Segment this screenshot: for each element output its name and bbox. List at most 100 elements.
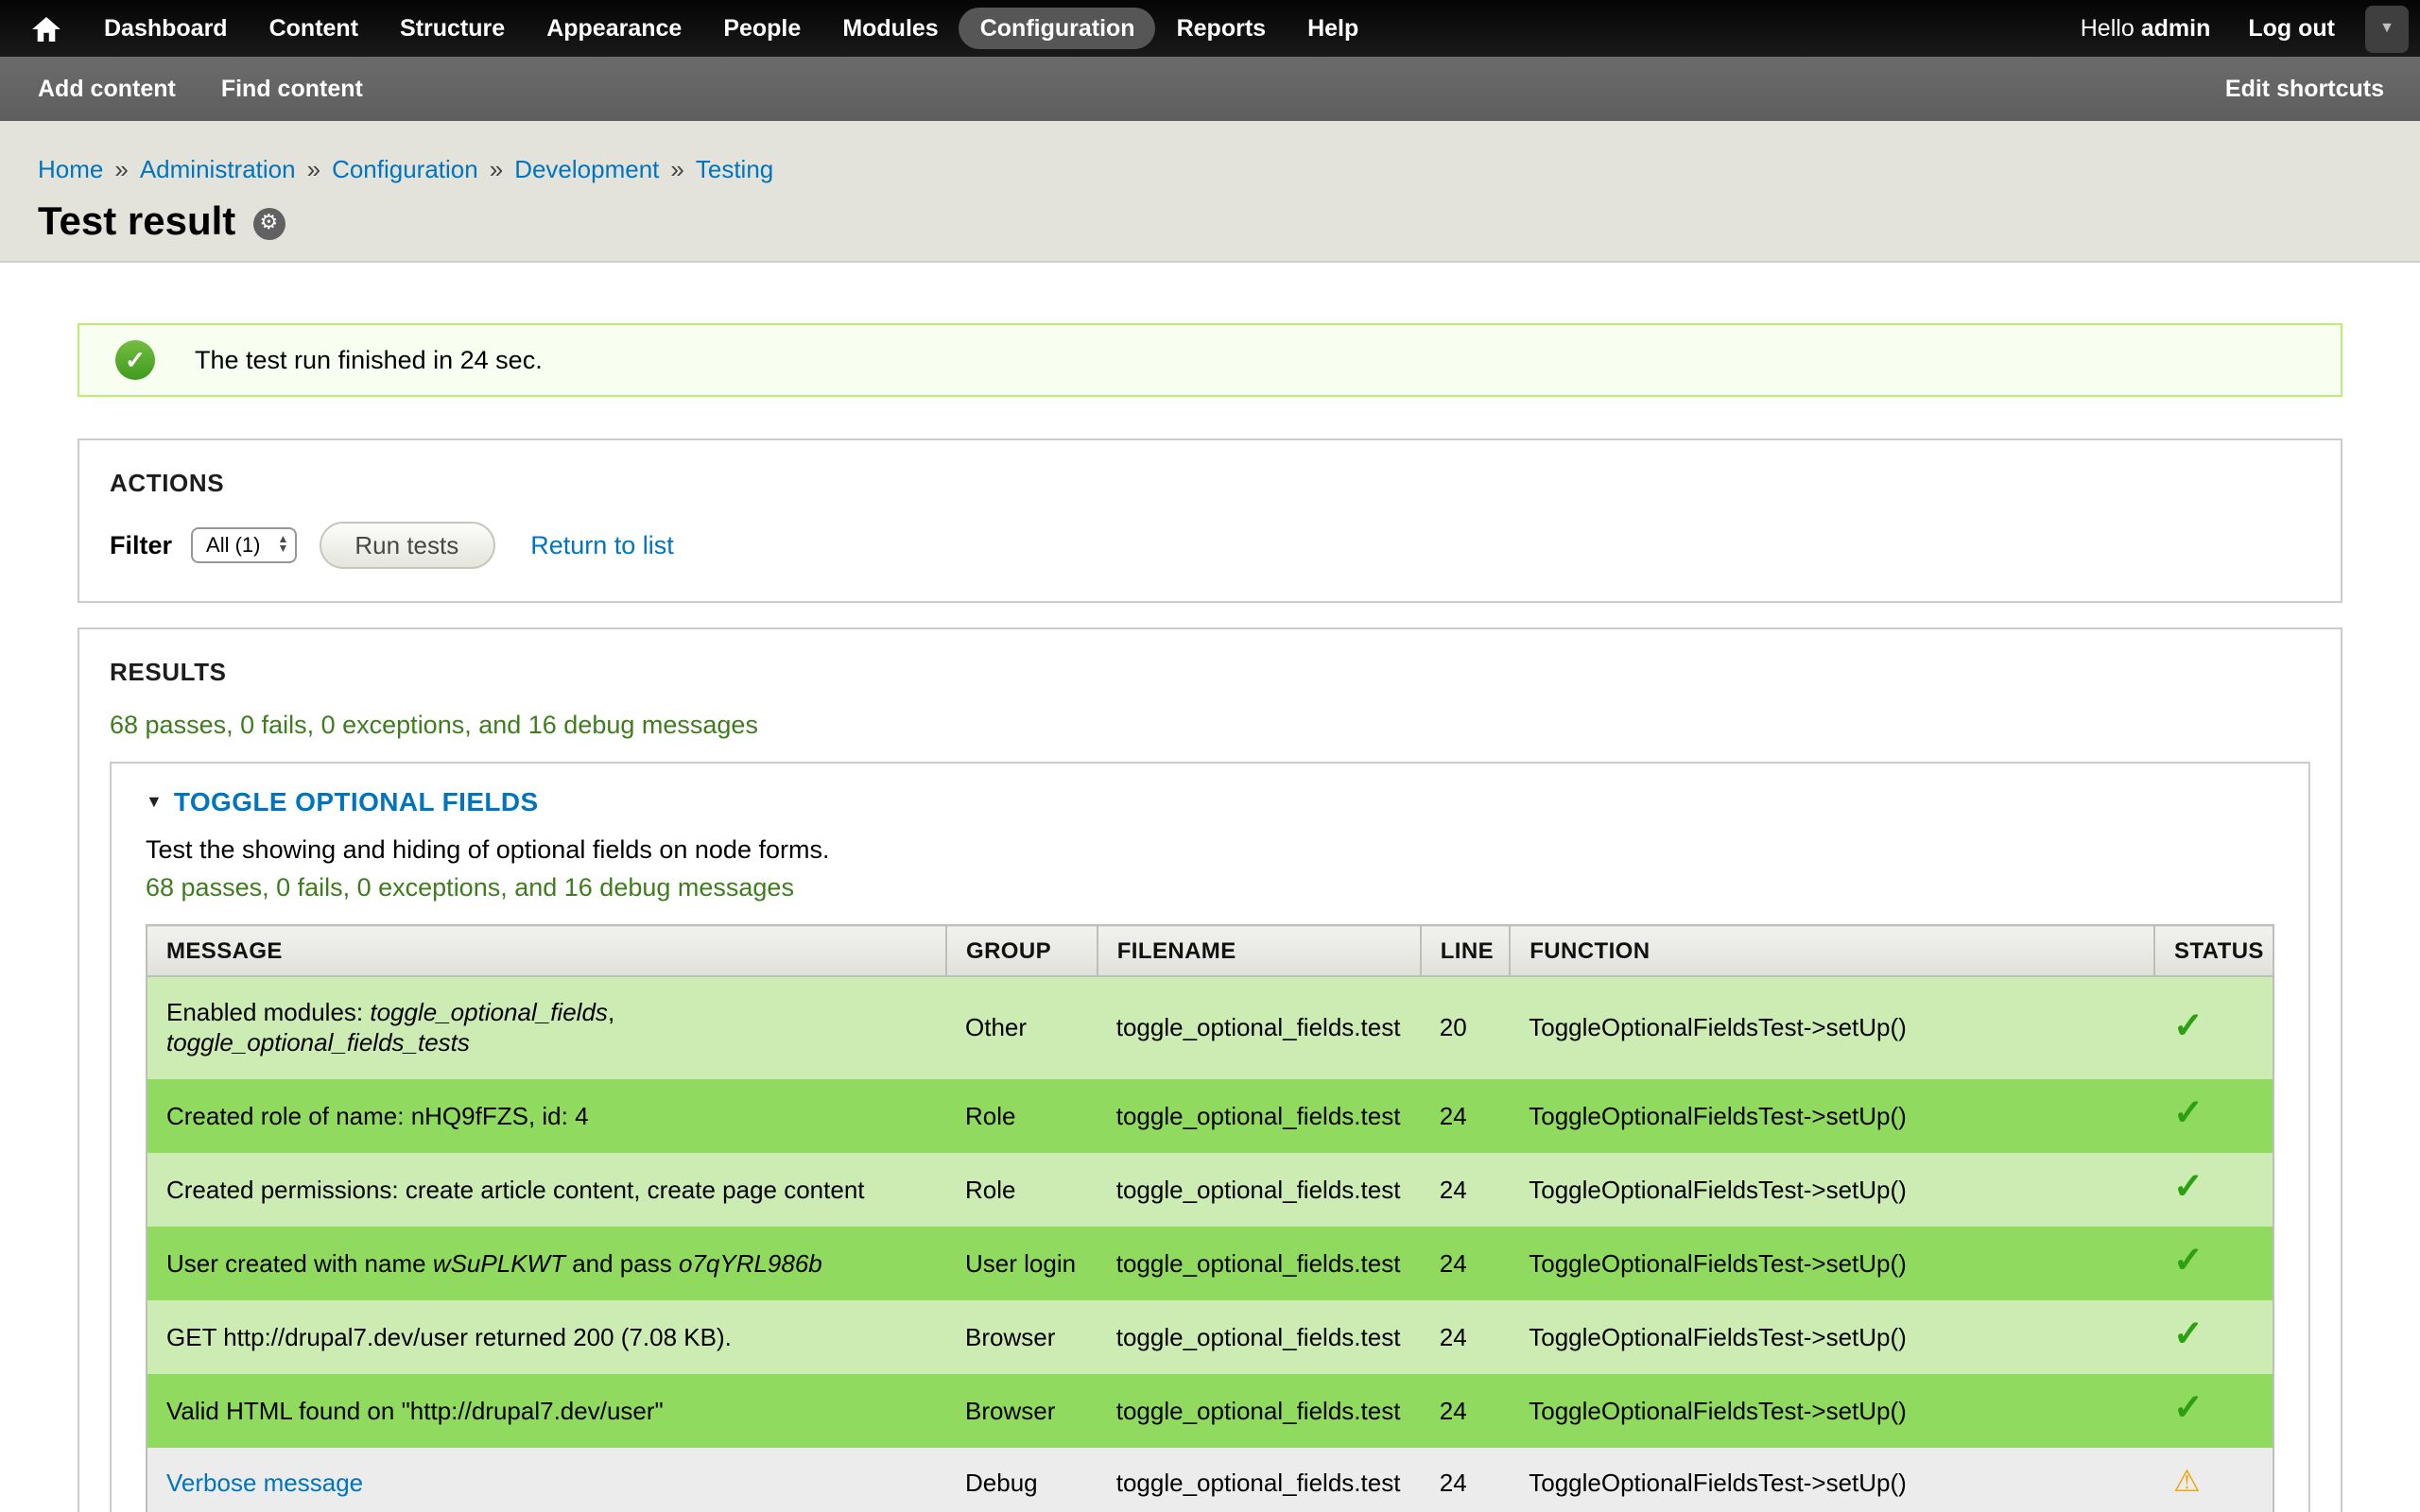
toolbar-item-reports[interactable]: Reports <box>1156 8 1287 49</box>
result-row: User created with name wSuPLKWT and pass… <box>147 1227 2273 1300</box>
line-cell: 24 <box>1421 1448 1511 1512</box>
pass-check-icon: ✓ <box>2173 1094 2204 1134</box>
message-cell: Created permissions: create article cont… <box>147 1153 946 1227</box>
function-cell: ToggleOptionalFieldsTest->setUp() <box>1510 1079 2154 1153</box>
user-greeting: Hello admin <box>2081 15 2211 42</box>
results-heading: RESULTS <box>110 658 2310 686</box>
run-tests-button[interactable]: Run tests <box>319 522 494 569</box>
function-cell: ToggleOptionalFieldsTest->setUp() <box>1510 1153 2154 1227</box>
toolbar-item-dashboard[interactable]: Dashboard <box>83 8 249 49</box>
message-cell: Valid HTML found on "http://drupal7.dev/… <box>147 1374 946 1448</box>
breadcrumb-separator: » <box>670 155 683 183</box>
gear-glyph: ⚙ <box>259 213 278 233</box>
column-header-message: MESSAGE <box>147 925 946 976</box>
result-row: GET http://drupal7.dev/user returned 200… <box>147 1300 2273 1374</box>
group-cell: Browser <box>946 1374 1098 1448</box>
filename-cell: toggle_optional_fields.test <box>1098 1448 1421 1512</box>
filename-cell: toggle_optional_fields.test <box>1098 1153 1421 1227</box>
group-cell: Role <box>946 1079 1098 1153</box>
collapse-arrow-icon: ▼ <box>146 792 163 811</box>
filter-label: Filter <box>110 531 172 559</box>
breadcrumb-separator: » <box>307 155 320 183</box>
edit-shortcuts-link[interactable]: Edit shortcuts <box>2225 76 2384 102</box>
filename-cell: toggle_optional_fields.test <box>1098 1300 1421 1374</box>
breadcrumb-link-home[interactable]: Home <box>38 155 103 183</box>
test-group-title[interactable]: TOGGLE OPTIONAL FIELDS <box>174 786 539 816</box>
test-group-fieldset: ▼ TOGGLE OPTIONAL FIELDS Test the showin… <box>110 762 2310 1512</box>
status-cell: ⚠ <box>2154 1448 2273 1512</box>
home-icon-glyph <box>31 16 60 41</box>
logout-link[interactable]: Log out <box>2248 15 2335 42</box>
pass-check-icon: ✓ <box>2173 1315 2204 1355</box>
page: DashboardContentStructureAppearancePeopl… <box>0 0 2420 1512</box>
filename-cell: toggle_optional_fields.test <box>1098 1079 1421 1153</box>
shortcut-link-find-content[interactable]: Find content <box>221 76 363 102</box>
gear-icon[interactable]: ⚙ <box>252 207 285 239</box>
message-cell: Verbose message <box>147 1448 946 1512</box>
group-cell: Other <box>946 976 1098 1079</box>
results-summary: 68 passes, 0 fails, 0 exceptions, and 16… <box>110 711 2310 739</box>
message-cell: User created with name wSuPLKWT and pass… <box>147 1227 946 1300</box>
column-header-function: FUNCTION <box>1510 925 2154 976</box>
results-table: MESSAGEGROUPFILENAMELINEFUNCTIONSTATUS E… <box>146 924 2274 1512</box>
return-to-list-link[interactable]: Return to list <box>530 531 674 559</box>
line-cell: 24 <box>1421 1079 1511 1153</box>
select-arrows-icon: ▲ ▼ <box>272 536 295 555</box>
status-check-icon: ✓ <box>115 340 155 380</box>
toolbar-item-structure[interactable]: Structure <box>379 8 526 49</box>
breadcrumb-link-development[interactable]: Development <box>514 155 659 183</box>
toolbar-item-modules[interactable]: Modules <box>821 8 959 49</box>
group-cell: Debug <box>946 1448 1098 1512</box>
status-cell: ✓ <box>2154 1153 2273 1227</box>
pass-check-icon: ✓ <box>2173 1168 2204 1208</box>
filename-cell: toggle_optional_fields.test <box>1098 1227 1421 1300</box>
status-cell: ✓ <box>2154 1300 2273 1374</box>
result-row: Created permissions: create article cont… <box>147 1153 2273 1227</box>
pass-check-icon: ✓ <box>2173 1242 2204 1281</box>
pass-check-icon: ✓ <box>2173 1006 2204 1046</box>
filter-select[interactable]: All (1) ▲ ▼ <box>191 527 296 563</box>
chevron-down-icon: ▼ <box>2379 21 2394 36</box>
toolbar-item-content[interactable]: Content <box>249 8 379 49</box>
breadcrumb: Home » Administration » Configuration » Develo… <box>38 155 2382 183</box>
verbose-message-link[interactable]: Verbose message <box>166 1469 363 1497</box>
column-header-group: GROUP <box>946 925 1098 976</box>
test-group-summary: 68 passes, 0 fails, 0 exceptions, and 16… <box>146 873 2274 902</box>
status-cell: ✓ <box>2154 1079 2273 1153</box>
pass-check-icon: ✓ <box>2173 1389 2204 1429</box>
page-header: Home » Administration » Configuration » Develo… <box>0 121 2420 263</box>
status-message: ✓ The test run finished in 24 sec. <box>78 323 2342 397</box>
admin-toolbar: DashboardContentStructureAppearancePeopl… <box>0 0 2420 57</box>
home-icon[interactable] <box>19 8 72 49</box>
shortcut-link-add-content[interactable]: Add content <box>38 76 176 102</box>
shortcut-bar: Add content Find content Edit shortcuts <box>0 57 2420 121</box>
function-cell: ToggleOptionalFieldsTest->setUp() <box>1510 1448 2154 1512</box>
filter-select-value: All (1) <box>206 534 271 557</box>
breadcrumb-link-administration[interactable]: Administration <box>140 155 296 183</box>
toolbar-item-people[interactable]: People <box>702 8 821 49</box>
page-title: Test result <box>38 200 235 246</box>
filename-cell: toggle_optional_fields.test <box>1098 976 1421 1079</box>
toolbar-item-configuration[interactable]: Configuration <box>959 8 1156 49</box>
greeting-prefix: Hello <box>2081 15 2135 42</box>
column-header-status: STATUS <box>2154 925 2273 976</box>
toolbar-toggle-button[interactable]: ▼ <box>2365 5 2409 52</box>
test-group-legend[interactable]: ▼ TOGGLE OPTIONAL FIELDS <box>146 786 2274 816</box>
result-row: Valid HTML found on "http://drupal7.dev/… <box>147 1374 2273 1448</box>
breadcrumb-separator: » <box>114 155 128 183</box>
message-cell: Created role of name: nHQ9fFZS, id: 4 <box>147 1079 946 1153</box>
shortcut-links: Add content Find content <box>38 76 363 102</box>
warning-icon: ⚠ <box>2173 1467 2201 1499</box>
toolbar-item-appearance[interactable]: Appearance <box>526 8 702 49</box>
toolbar-right: Hello admin Log out ▼ <box>2081 5 2409 52</box>
breadcrumb-link-configuration[interactable]: Configuration <box>332 155 478 183</box>
results-table-body: Enabled modules: toggle_optional_fields,… <box>147 976 2273 1512</box>
line-cell: 20 <box>1421 976 1511 1079</box>
breadcrumb-link-testing[interactable]: Testing <box>696 155 773 183</box>
status-cell: ✓ <box>2154 1374 2273 1448</box>
breadcrumb-separator: » <box>490 155 503 183</box>
group-cell: User login <box>946 1227 1098 1300</box>
group-cell: Browser <box>946 1300 1098 1374</box>
status-cell: ✓ <box>2154 1227 2273 1300</box>
toolbar-item-help[interactable]: Help <box>1287 8 1379 49</box>
